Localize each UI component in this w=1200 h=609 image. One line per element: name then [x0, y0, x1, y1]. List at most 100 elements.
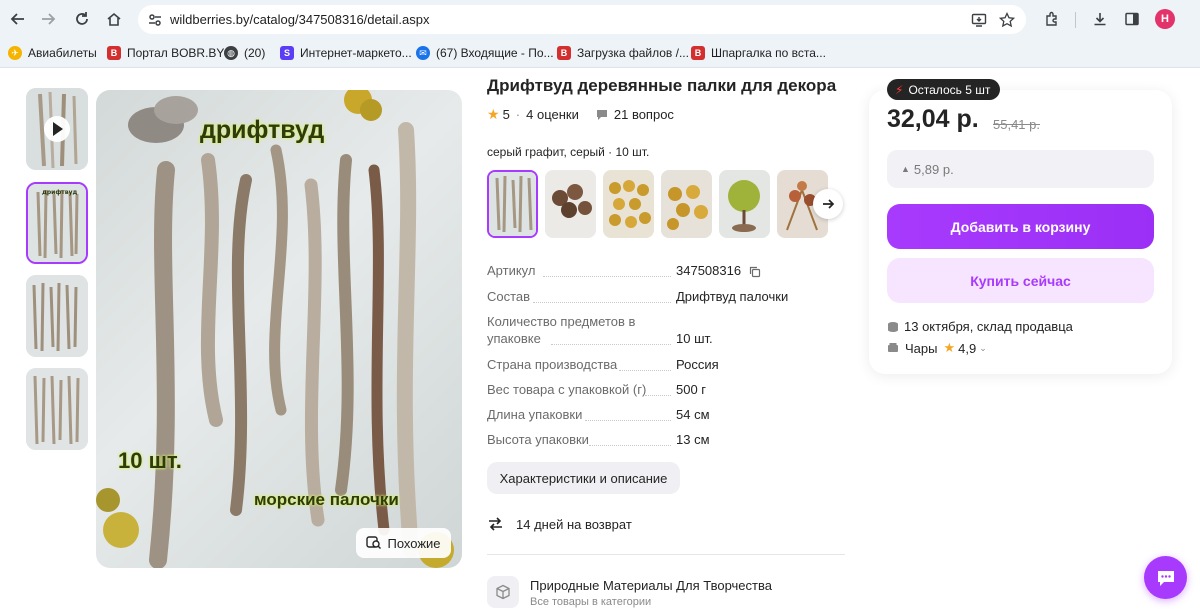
spec-key: Страна производства [487, 357, 618, 372]
side-panel-icon[interactable] [1121, 8, 1143, 30]
thumbnail-video[interactable] [26, 88, 88, 170]
spec-key: Артикул [487, 263, 536, 278]
thumbnail-1-selected[interactable]: дрифтвуд [26, 182, 88, 264]
variant-1-selected[interactable] [487, 170, 538, 238]
spec-value: 13 см [676, 432, 710, 447]
spec-dots [645, 395, 671, 396]
price-change-box: ▲ 5,89 р. [887, 150, 1154, 188]
bobr-favicon: B [557, 46, 571, 60]
product-title: Дрифтвуд деревянные палки для декора [487, 76, 837, 95]
back-icon[interactable] [6, 7, 30, 31]
bookmark-star-icon[interactable] [998, 11, 1016, 29]
lightning-icon: ⚡ [895, 82, 904, 97]
bookmark-item[interactable]: B Портал BOBR.BY [107, 45, 224, 61]
thumbnail-2[interactable] [26, 275, 88, 357]
install-app-icon[interactable] [970, 11, 988, 29]
spec-dots [533, 302, 671, 303]
old-price: 55,41 р. [993, 117, 1040, 132]
variant-5[interactable] [719, 170, 770, 238]
variants-next-button[interactable] [813, 189, 843, 219]
category-box-icon [487, 576, 519, 608]
buy-now-button[interactable]: Купить сейчас [887, 258, 1154, 303]
questions-link[interactable]: 21 вопрос [614, 107, 674, 122]
color-variant-label: серый графит, серый · 10 шт. [487, 145, 650, 159]
return-arrows-icon [487, 516, 504, 532]
spec-value: 54 см [676, 407, 710, 422]
price-change-value: 5,89 р. [913, 161, 954, 177]
variant-3[interactable] [603, 170, 654, 238]
seller-info[interactable]: Чары ★ 4,9 ⌄ [887, 340, 987, 356]
spec-value: Дрифтвуд палочки [676, 289, 789, 304]
similar-label: Похожие [387, 535, 441, 551]
bookmark-label: Интернет-маркето... [300, 46, 412, 60]
profile-avatar[interactable]: Н [1155, 9, 1175, 29]
bookmark-label: (67) Входящие - По... [436, 46, 554, 60]
copy-icon[interactable] [749, 266, 761, 278]
stock-badge: ⚡ Осталось 5 шт [887, 79, 1001, 100]
seller-rating: 4,9 [958, 340, 977, 356]
site-info-icon[interactable] [146, 11, 164, 29]
url-text[interactable]: wildberries.by/catalog/347508316/detail.… [170, 12, 429, 27]
photo-caption-count: 10 шт. [118, 448, 182, 473]
reviews-link[interactable]: 4 оценки [526, 107, 579, 122]
delivery-info: 13 октября , склад продавца [887, 319, 1073, 334]
current-price: 32,04 р. [887, 105, 979, 133]
bookmark-label: Портал BOBR.BY [127, 46, 225, 60]
bookmark-label: Шпаргалка по вста... [711, 46, 826, 60]
warehouse-icon [887, 321, 899, 333]
seller-name: Чары [905, 340, 938, 356]
section-divider [487, 554, 845, 555]
spec-value: Россия [676, 357, 719, 372]
globe-colored-icon: ✈ [8, 46, 22, 60]
star-icon: ★ [487, 106, 500, 122]
variant-2[interactable] [545, 170, 596, 238]
bookmark-item[interactable]: ✉ (67) Входящие - По... [416, 45, 554, 61]
spec-dots [551, 344, 671, 345]
downloads-icon[interactable] [1089, 8, 1111, 30]
bookmark-item[interactable]: ◍ (20) [224, 45, 265, 61]
price-up-icon: ▲ [901, 164, 910, 174]
delivery-source: , склад продавца [969, 319, 1073, 334]
bookmark-item[interactable]: B Загрузка файлов /... [557, 45, 689, 61]
bookmark-item[interactable]: ✈ Авиабилеты [8, 45, 97, 61]
spec-key: Высота упаковки [487, 432, 589, 447]
bookmark-label: Авиабилеты [28, 46, 97, 60]
extensions-icon[interactable] [1041, 8, 1063, 30]
similar-search-icon [366, 536, 382, 550]
address-bar[interactable]: wildberries.by/catalog/347508316/detail.… [138, 5, 1026, 34]
rating-value: 5 [502, 107, 510, 122]
photo-caption-bottom: морские палочки [254, 490, 399, 509]
variant-4[interactable] [661, 170, 712, 238]
spec-key: Количество предметов в упаковке [487, 314, 636, 346]
similar-button[interactable]: Похожие [356, 528, 451, 558]
delivery-date: 13 октября [904, 319, 970, 334]
separator-dot: · [515, 107, 521, 122]
reload-icon[interactable] [70, 7, 94, 31]
rating-row: ★ 5 · 4 оценки 21 вопрос [487, 106, 674, 123]
category-title: Природные Материалы Для Творчества [530, 578, 772, 593]
seller-star-icon: ★ [943, 340, 956, 355]
bookmark-item[interactable]: B Шпаргалка по вста... [691, 45, 826, 61]
s-favicon: S [280, 46, 294, 60]
thumbnail-3[interactable] [26, 368, 88, 450]
add-to-cart-button[interactable]: Добавить в корзину [887, 204, 1154, 249]
bobr-favicon: B [107, 46, 121, 60]
main-product-photo[interactable]: дрифтвуд 10 шт. морские палочки [96, 90, 462, 568]
article-number: 347508316 [676, 263, 742, 278]
forward-icon[interactable] [36, 7, 60, 31]
characteristics-button[interactable]: Характеристики и описание [487, 462, 680, 494]
bookmark-item[interactable]: S Интернет-маркето... [280, 45, 412, 61]
spec-dots [619, 370, 671, 371]
spec-key: Вес товара с упаковкой (г) [487, 382, 647, 397]
arrow-right-icon [823, 199, 835, 209]
home-icon[interactable] [102, 7, 126, 31]
globe-icon: ◍ [224, 46, 238, 60]
bookmark-label: Загрузка файлов /... [577, 46, 689, 60]
spec-dots [589, 445, 671, 446]
chat-icon [1157, 570, 1174, 586]
stock-badge-text: Осталось 5 шт [908, 82, 991, 97]
chat-button[interactable] [1144, 556, 1187, 599]
spec-value: 10 шт. [676, 331, 713, 346]
photo-caption-title: дрифтвуд [200, 116, 325, 144]
chevron-down-icon: ⌄ [979, 342, 987, 353]
